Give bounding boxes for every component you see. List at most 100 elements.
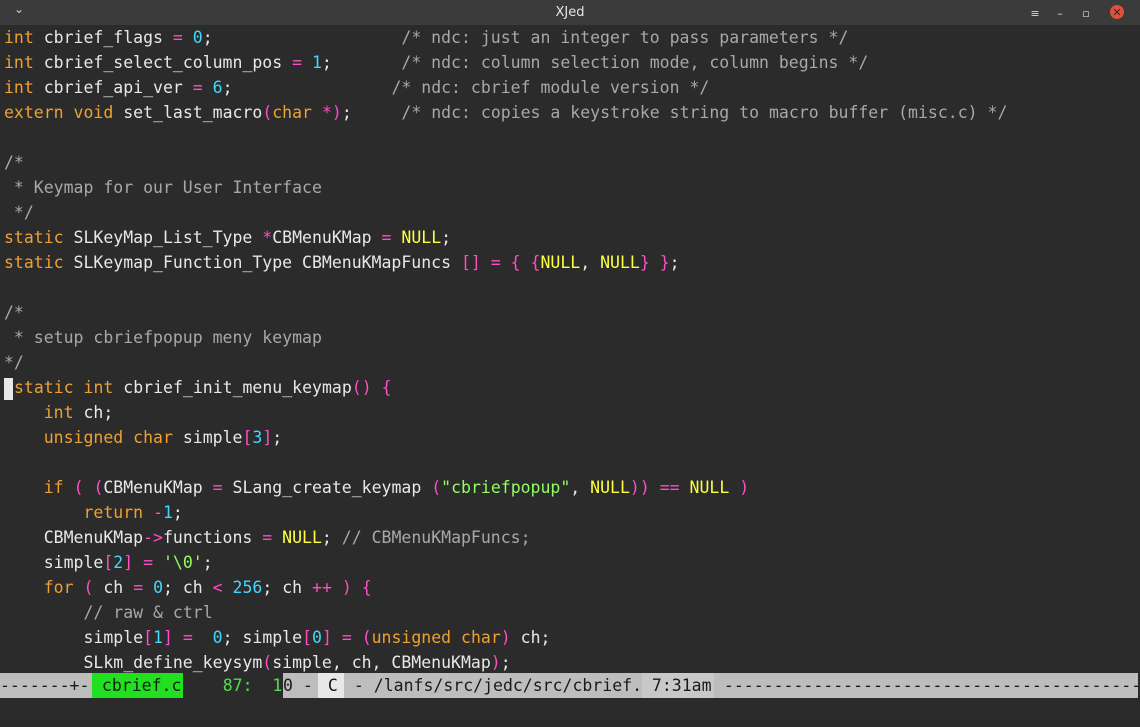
token: 1 xyxy=(153,628,163,647)
code-line[interactable]: int cbrief_select_column_pos = 1; /* ndc… xyxy=(4,50,868,75)
token: CBMenuKMap xyxy=(103,478,213,497)
status-line: -------+- cbrief.c 87: 1 0 - C - /lanfs/… xyxy=(0,673,1140,698)
token: 1 xyxy=(162,503,173,522)
editor-text-area[interactable]: int cbrief_flags = 0; /* ndc: just an in… xyxy=(0,25,1140,673)
token: "cbriefpopup" xyxy=(441,478,571,497)
token: /* xyxy=(4,303,24,322)
menu-lines-icon[interactable]: ≡ xyxy=(1027,5,1043,21)
token: // raw & ctrl xyxy=(83,603,213,622)
code-line[interactable]: unsigned char simple[3]; xyxy=(4,425,282,450)
code-line[interactable]: int ch; xyxy=(4,400,114,425)
code-line[interactable]: /* xyxy=(4,300,24,325)
token: = xyxy=(490,253,501,272)
token: [ xyxy=(103,553,114,572)
token: ; xyxy=(669,253,680,272)
token: { xyxy=(510,253,521,272)
token: 3 xyxy=(252,428,263,447)
token: ; xyxy=(321,528,342,547)
code-line[interactable]: static SLKeyMap_List_Type *CBMenuKMap = … xyxy=(4,225,451,250)
token: * setup cbriefpopup meny keymap xyxy=(4,328,322,347)
token: cbrief_init_menu_keymap xyxy=(113,378,352,397)
token: return xyxy=(83,503,144,522)
code-line[interactable]: for ( ch = 0; ch < 256; ch ++ ) { xyxy=(4,575,372,600)
token: ch xyxy=(93,578,134,597)
minimize-icon[interactable]: – xyxy=(1052,5,1068,21)
token: } xyxy=(659,253,670,272)
token: ] xyxy=(262,428,273,447)
token: /* ndc: cbrief module version */ xyxy=(232,78,710,97)
code-line[interactable]: SLkm_define_keysym(simple, ch, CBMenuKMa… xyxy=(4,650,511,673)
token: = xyxy=(262,528,273,547)
token: )) xyxy=(629,478,650,497)
code-line[interactable]: * setup cbriefpopup meny keymap xyxy=(4,325,322,350)
token: < xyxy=(212,578,223,597)
token: [ xyxy=(302,628,312,647)
token: /* ndc: just an integer to pass paramete… xyxy=(212,28,849,47)
code-line[interactable]: CBMenuKMap->functions = NULL; // CBMenuK… xyxy=(4,525,531,550)
token: CBMenuKMap xyxy=(272,228,382,247)
token: SLang_create_keymap xyxy=(222,478,432,497)
token: ; xyxy=(341,103,352,122)
code-line[interactable]: int cbrief_api_ver = 6; /* ndc: cbrief m… xyxy=(4,75,709,100)
token: simple xyxy=(172,428,243,447)
code-line[interactable]: * Keymap for our User Interface xyxy=(4,175,322,200)
token: ) xyxy=(331,103,342,122)
token: /* ndc: copies a keystroke string to mac… xyxy=(351,103,1008,122)
code-line[interactable]: if ( (CBMenuKMap = SLang_create_keymap (… xyxy=(4,475,749,500)
token: simple, ch, CBMenuKMap xyxy=(272,653,491,672)
code-line[interactable]: return -1; xyxy=(4,500,182,525)
token: ) xyxy=(500,628,511,647)
status-line-column: 87: 1 xyxy=(183,673,283,698)
token: */ xyxy=(4,353,24,372)
token: 0 xyxy=(212,628,223,647)
token: int xyxy=(43,403,74,422)
code-line[interactable]: static int cbrief_init_menu_keymap() { xyxy=(4,375,392,400)
token: ; xyxy=(500,653,511,672)
close-icon[interactable]: ✕ xyxy=(1110,5,1124,19)
token: ch; xyxy=(73,403,114,422)
token: , xyxy=(570,478,591,497)
token: 2 xyxy=(113,553,124,572)
token: ; ch xyxy=(163,578,213,597)
code-line[interactable]: */ xyxy=(4,350,24,375)
token: simple xyxy=(4,553,104,572)
maximize-icon[interactable]: ▫ xyxy=(1078,5,1094,21)
code-line[interactable]: simple[1] = 0; simple[0] = (unsigned cha… xyxy=(4,625,550,650)
token: ch; xyxy=(510,628,551,647)
code-line[interactable]: int cbrief_flags = 0; /* ndc: just an in… xyxy=(4,25,848,50)
code-line[interactable]: extern void set_last_macro(char *); /* n… xyxy=(4,100,1007,125)
code-line[interactable]: // raw & ctrl xyxy=(4,600,213,625)
token: () xyxy=(351,378,372,397)
status-left-dashes: -------+- xyxy=(0,673,92,698)
token: 0 xyxy=(192,28,203,47)
token: SLKeyMap_List_Type xyxy=(63,228,263,247)
code-line[interactable]: static SLKeymap_Function_Type CBMenuKMap… xyxy=(4,250,680,275)
code-line[interactable]: */ xyxy=(4,200,34,225)
token: CBMenuKMap xyxy=(4,528,144,547)
token: int xyxy=(4,28,34,47)
code-line[interactable]: /* xyxy=(4,150,24,175)
token: 0 xyxy=(312,628,322,647)
token: ; simple xyxy=(222,628,303,647)
token: int xyxy=(83,378,114,397)
token: SLKeymap_Function_Type CBMenuKMapFuncs xyxy=(63,253,461,272)
token: functions xyxy=(162,528,263,547)
code-line[interactable]: simple[2] = '\0'; xyxy=(4,550,213,575)
